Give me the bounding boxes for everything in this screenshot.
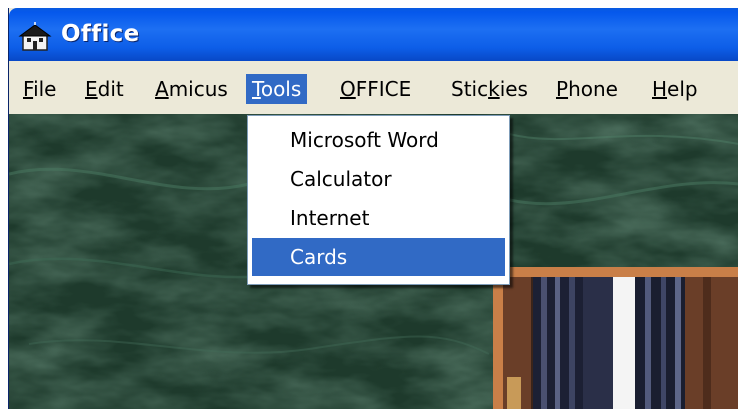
menu-office[interactable]: OFFICE (334, 74, 417, 104)
menu-help[interactable]: Help (646, 74, 704, 104)
menu-item-calculator[interactable]: Calculator (252, 160, 505, 198)
menu-stickies[interactable]: Stickies (445, 74, 534, 104)
menu-edit[interactable]: Edit (79, 74, 130, 104)
curtain-image (503, 277, 738, 409)
menu-phone[interactable]: Phone (550, 74, 624, 104)
tools-dropdown-menu: Microsoft Word Calculator Internet Cards (247, 115, 510, 285)
menu-amicus[interactable]: Amicus (149, 74, 234, 104)
window-title: Office (61, 21, 140, 47)
menu-item-internet[interactable]: Internet (252, 199, 505, 237)
office-window: Office File Edit Amicus Tools OFFICE Sti… (8, 8, 738, 409)
office-building-icon (18, 22, 52, 51)
curtain-picture (493, 267, 738, 409)
menu-item-microsoft-word[interactable]: Microsoft Word (252, 121, 505, 159)
menu-tools[interactable]: Tools (246, 74, 308, 104)
menu-bar: File Edit Amicus Tools OFFICE Stickies P… (9, 61, 738, 115)
menu-file[interactable]: File (17, 74, 62, 104)
title-bar[interactable]: Office (9, 8, 738, 61)
menu-item-cards[interactable]: Cards (252, 238, 505, 276)
